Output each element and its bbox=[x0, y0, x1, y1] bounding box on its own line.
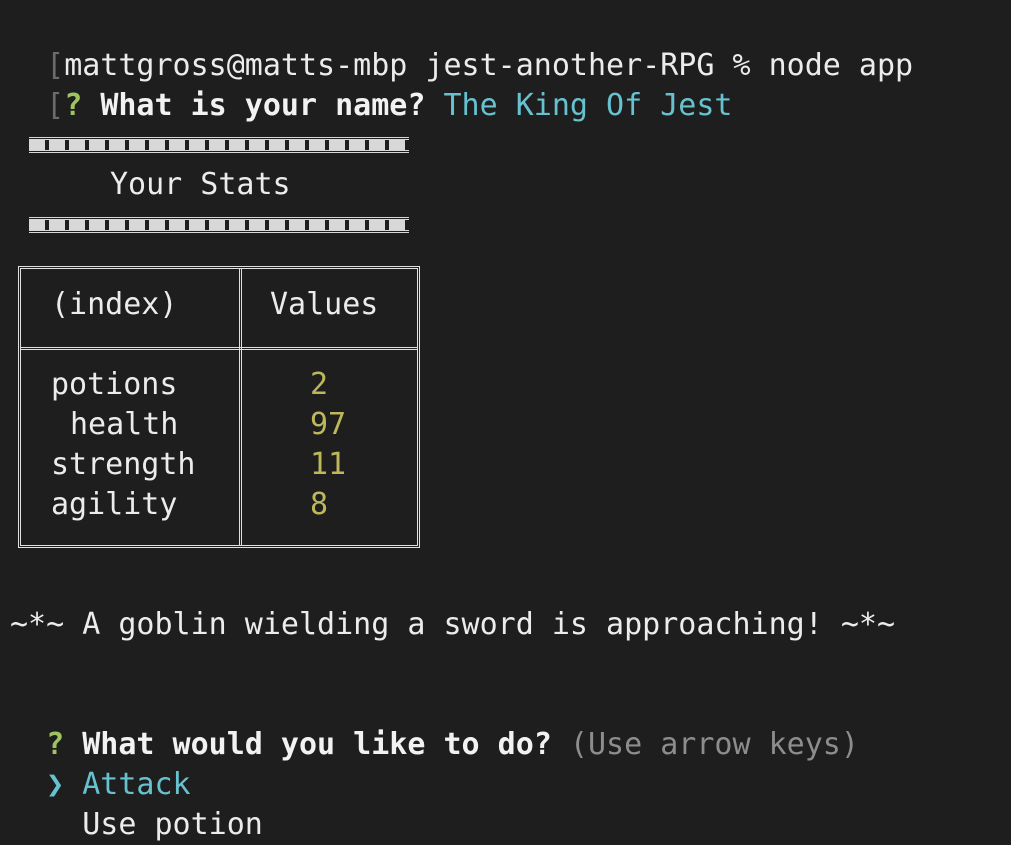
table-column-divider bbox=[239, 269, 242, 545]
table-header-index: (index) bbox=[51, 287, 178, 322]
table-header-divider bbox=[21, 347, 417, 350]
shell-prompt-line: [mattgross@matts-mbp jest-another-RPG % … bbox=[10, 6, 913, 83]
stats-table: (index) Values potions 2 health 97 stren… bbox=[18, 266, 420, 548]
question-mark-icon: ? bbox=[64, 88, 83, 123]
table-row-health-value: 97 bbox=[310, 407, 347, 442]
table-row-agility-value: 8 bbox=[310, 487, 329, 522]
menu-option-use-potion[interactable]: Use potion bbox=[10, 765, 263, 842]
name-question-text: What is your name? bbox=[100, 88, 426, 123]
arrow-keys-hint: (Use arrow keys) bbox=[569, 727, 859, 762]
table-row-potions-value: 2 bbox=[310, 367, 329, 402]
name-answer: The King Of Jest bbox=[443, 88, 733, 123]
line-bracket: [ bbox=[46, 88, 65, 123]
action-prompt-line: ? What would you like to do? (Use arrow … bbox=[10, 685, 859, 762]
table-row-health-label: health bbox=[70, 407, 179, 442]
stats-header-rule-bottom bbox=[29, 217, 409, 233]
table-header-values: Values bbox=[270, 287, 379, 322]
table-row-potions-label: potions bbox=[51, 367, 178, 402]
stats-header-rule-top bbox=[29, 137, 409, 153]
stats-title: Your Stats bbox=[110, 167, 291, 202]
menu-option-attack[interactable]: ❯ Attack bbox=[10, 725, 191, 802]
encounter-message: ~*~ A goblin wielding a sword is approac… bbox=[10, 607, 896, 642]
table-row-strength-value: 11 bbox=[310, 447, 347, 482]
table-row-strength-label: strength bbox=[51, 447, 196, 482]
table-row-agility-label: agility bbox=[51, 487, 178, 522]
menu-option-label: Use potion bbox=[82, 807, 263, 842]
name-prompt-line: [? What is your name? The King Of Jest bbox=[10, 46, 732, 123]
